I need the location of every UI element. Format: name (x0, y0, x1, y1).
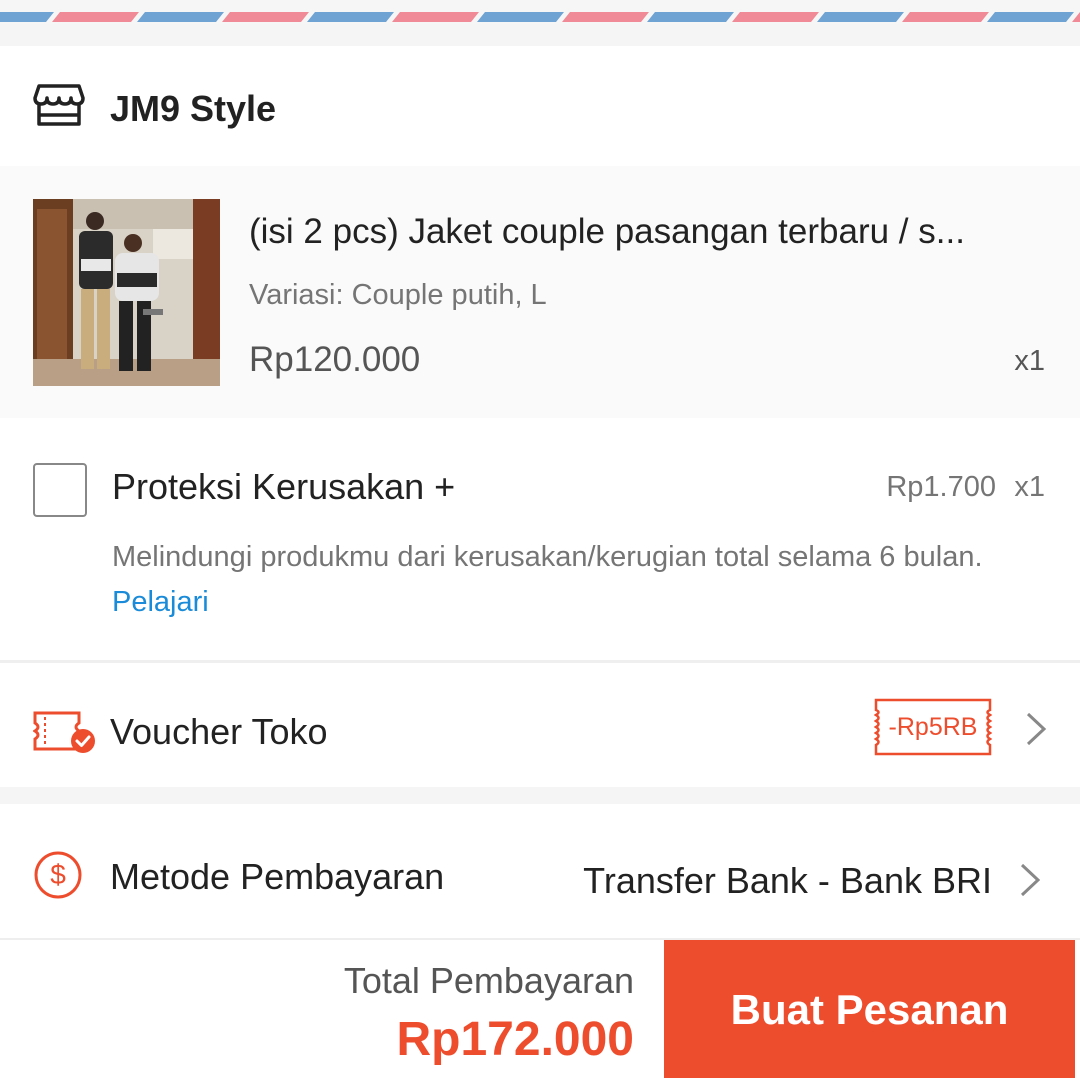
payment-method-row[interactable]: $ Metode Pembayaran Transfer Bank - Bank… (0, 804, 1080, 938)
checkout-page: JM9 Style (isi 2 pcs) Jaket couple pasan… (0, 0, 1080, 1078)
total-payment-label: Total Pembayaran (343, 960, 634, 1001)
shop-name[interactable]: JM9 Style (110, 88, 276, 130)
protection-title: Proteksi Kerusakan + (112, 466, 456, 507)
protection-quantity: x1 (1014, 471, 1045, 503)
payment-method-value: Transfer Bank - Bank BRI (583, 860, 992, 901)
svg-text:$: $ (50, 859, 66, 890)
total-payment-value: Rp172.000 (396, 1013, 635, 1066)
shop-voucher-row[interactable]: Voucher Toko -Rp5RB (0, 663, 1080, 787)
product-variation: Variasi: Couple putih, L (249, 279, 547, 311)
place-order-button[interactable]: Buat Pesanan (664, 940, 1075, 1078)
damage-protection-option: Proteksi Kerusakan + Rp1.700 x1 Melindun… (0, 418, 1080, 662)
payment-method-label: Metode Pembayaran (110, 856, 445, 897)
voucher-label: Voucher Toko (110, 711, 328, 752)
dollar-icon: $ (34, 851, 82, 899)
address-stripe-decoration (0, 0, 1080, 24)
product-thumbnail (33, 199, 220, 386)
protection-checkbox[interactable] (33, 463, 87, 517)
chevron-right-icon (1026, 712, 1047, 746)
store-icon (33, 84, 85, 126)
voucher-icon (33, 711, 95, 753)
product-item[interactable]: (isi 2 pcs) Jaket couple pasangan terbar… (0, 166, 1080, 418)
protection-price: Rp1.700 (886, 471, 996, 503)
learn-more-link[interactable]: Pelajari (112, 586, 209, 618)
product-price: Rp120.000 (249, 340, 421, 379)
protection-description: Melindungi produkmu dari kerusakan/kerug… (112, 535, 1032, 625)
voucher-discount-badge[interactable]: -Rp5RB (874, 698, 992, 756)
product-quantity: x1 (1014, 345, 1045, 377)
checkout-bottom-bar: Total Pembayaran Rp172.000 Buat Pesanan (0, 938, 1080, 1078)
chevron-right-icon (1020, 863, 1041, 897)
product-title: (isi 2 pcs) Jaket couple pasangan terbar… (249, 212, 965, 251)
shop-header: JM9 Style (0, 46, 1080, 166)
voucher-discount-text: -Rp5RB (888, 713, 978, 741)
protection-description-text: Melindungi produkmu dari kerusakan/kerug… (112, 541, 983, 573)
